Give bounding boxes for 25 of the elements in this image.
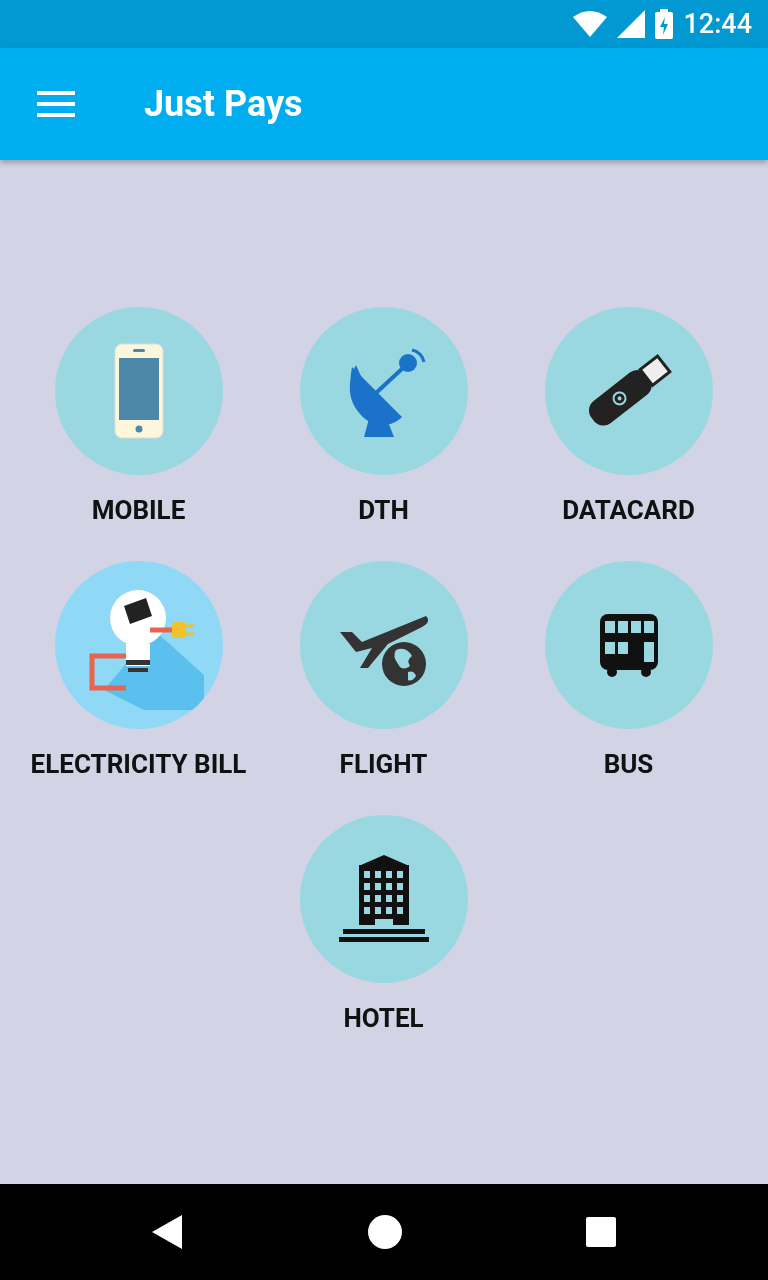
service-label: ELECTRICITY BILL bbox=[30, 749, 247, 779]
service-tile[interactable]: FLIGHT bbox=[261, 561, 506, 815]
home-icon[interactable] bbox=[368, 1215, 402, 1249]
service-label: DATACARD bbox=[562, 495, 695, 525]
phone-icon bbox=[113, 343, 164, 439]
service-label: MOBILE bbox=[91, 495, 186, 525]
hotel-building-icon bbox=[336, 853, 431, 945]
service-label: FLIGHT bbox=[339, 749, 428, 779]
signal-icon bbox=[617, 10, 646, 38]
menu-icon bbox=[37, 91, 75, 117]
service-label: DTH bbox=[358, 495, 409, 525]
service-tile[interactable]: DATACARD bbox=[506, 307, 751, 561]
service-tile[interactable]: DTH bbox=[261, 307, 506, 561]
status-time: 12:44 bbox=[683, 8, 752, 40]
service-tile[interactable]: MOBILE bbox=[16, 307, 261, 561]
service-label: BUS bbox=[603, 749, 654, 779]
wifi-icon bbox=[573, 11, 608, 37]
battery-icon bbox=[655, 9, 674, 39]
double-decker-bus-icon bbox=[597, 612, 660, 678]
back-icon[interactable] bbox=[152, 1215, 184, 1249]
service-label: HOTEL bbox=[343, 1003, 424, 1033]
service-tile[interactable]: HOTEL bbox=[261, 815, 506, 1069]
service-tile[interactable]: BUS bbox=[506, 561, 751, 815]
app-title: Just Pays bbox=[144, 83, 303, 125]
service-tile[interactable]: ELECTRICITY BILL bbox=[16, 561, 261, 815]
